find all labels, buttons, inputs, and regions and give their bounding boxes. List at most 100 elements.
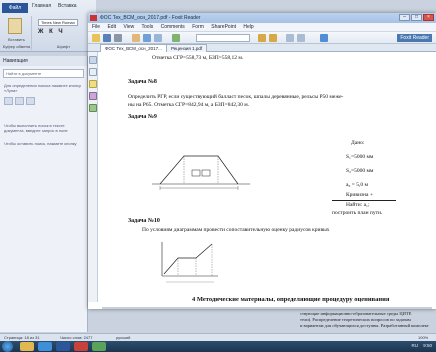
reader-sidebar	[88, 52, 98, 302]
tab-fos-document[interactable]: ФОС Тех_ВСМ_осн_2017...	[100, 44, 167, 52]
page-gap	[102, 307, 432, 309]
nav-results-icon[interactable]	[26, 97, 35, 105]
curvature-diagram	[161, 242, 218, 283]
word-tab-home[interactable]: Главная	[32, 3, 51, 9]
tray-language[interactable]: RU	[411, 343, 418, 348]
paste-icon[interactable]	[8, 18, 22, 34]
find-text: построить план пути.	[332, 210, 383, 216]
paste-label: Вставить	[8, 37, 25, 42]
system-tray: RU 9:50	[411, 343, 432, 348]
task8-text-2: ны на Р65. Отметка СГР=842,94 м, а БЗП=8…	[128, 102, 250, 108]
clipboard-group-label: Буфер обмена	[2, 44, 31, 49]
nav-pane-title: Навигация	[0, 56, 87, 66]
select-text-icon[interactable]	[143, 34, 151, 42]
doc-line-top: Отметка СГР=558,73 м, БЗП=558,12 м.	[152, 55, 244, 61]
given-line-4: Кривизна +	[346, 192, 373, 198]
taskbar-browser-icon[interactable]	[38, 342, 52, 351]
menu-view[interactable]: View	[123, 24, 134, 30]
task10-text: По условиям диаграммам провести сопостав…	[142, 227, 330, 233]
layers-icon[interactable]	[89, 104, 97, 112]
menu-help[interactable]: Help	[243, 24, 253, 30]
snapshot-icon[interactable]	[154, 34, 162, 42]
find-input[interactable]	[196, 34, 250, 42]
nav-headings-icon[interactable]	[4, 97, 13, 105]
pages-icon[interactable]	[89, 68, 97, 76]
minimize-button[interactable]: –	[399, 14, 410, 21]
print-icon[interactable]	[114, 34, 122, 42]
given-divider	[332, 200, 396, 201]
pdf-reader-window: ФОС Тех_ВСМ_осн_2017.pdf - Foxit Reader …	[88, 13, 436, 309]
format-buttons[interactable]: Ж К Ч	[38, 29, 65, 35]
taskbar-word-icon[interactable]	[56, 342, 70, 351]
close-button[interactable]: ×	[423, 14, 434, 21]
open-icon[interactable]	[92, 34, 100, 42]
taskbar-explorer-icon[interactable]	[20, 342, 34, 351]
menu-edit[interactable]: Edit	[107, 24, 116, 30]
menu-tools[interactable]: Tools	[142, 24, 154, 30]
task8-title: Задача №8	[128, 79, 157, 85]
status-words[interactable]: Число слов: 2477	[60, 334, 92, 341]
menu-sharepoint[interactable]: SharePoint	[211, 24, 236, 30]
windows-taskbar: RU 9:50	[0, 341, 436, 352]
word-status-bar: Страница: 18 из 31 Число слов: 2477 русс…	[0, 333, 436, 341]
reader-app-icon	[90, 15, 97, 21]
reader-title-bar: ФОС Тех_ВСМ_осн_2017.pdf - Foxit Reader …	[88, 13, 436, 23]
nav-hint: Для определения поиска нажмите кнопку «Л…	[4, 83, 81, 93]
word-ribbon: Файл Главная Вставка Вставить Буфер обме…	[0, 0, 96, 52]
word-text-3: и вариантам для обучающихся доступны. Ра…	[300, 323, 429, 328]
given-line-1: S₁=5000 мм	[346, 154, 374, 160]
menu-comments[interactable]: Comments	[161, 24, 185, 30]
task10-title: Задача №10	[128, 218, 160, 224]
given-line-2: S₂=5000 мм	[346, 168, 374, 174]
zoom-icon[interactable]	[172, 34, 180, 42]
fit-page-icon[interactable]	[286, 34, 294, 42]
help-icon[interactable]	[320, 34, 328, 42]
desktop-screen: Файл Главная Вставка Вставить Буфер обме…	[0, 0, 436, 352]
clipboard-group: Вставить Буфер обмена	[2, 16, 32, 50]
track-profile-drawing	[152, 155, 250, 190]
task8-text-1: Определить РГР, если существующий баллас…	[128, 94, 344, 100]
nav-search-input[interactable]: Найти в документе	[3, 69, 84, 78]
menu-form[interactable]: Form	[192, 24, 204, 30]
nav-info-2: Чтобы оставить поиск, нажмите кнопку	[4, 141, 77, 146]
rotate-icon[interactable]	[297, 34, 305, 42]
tab-review-document[interactable]: Рецензия 1.pdf	[166, 44, 208, 52]
next-page-icon[interactable]	[269, 34, 277, 42]
task9-title: Задача №9	[128, 114, 157, 120]
save-icon[interactable]	[103, 34, 111, 42]
tray-clock[interactable]: 9:50	[423, 343, 432, 348]
document-tabs: ФОС Тех_ВСМ_осн_2017... Рецензия 1.pdf	[88, 44, 436, 52]
taskbar-app-icon[interactable]	[92, 342, 106, 351]
find-title: Найти: a₁;	[346, 202, 370, 208]
reader-toolbar: Foxit Reader	[88, 32, 436, 44]
window-controls: – □ ×	[399, 14, 434, 21]
font-name-select[interactable]: Times New Roman	[38, 19, 78, 26]
given-title: Дано:	[351, 140, 365, 146]
attachments-icon[interactable]	[89, 92, 97, 100]
maximize-button[interactable]: □	[411, 14, 422, 21]
nav-view-buttons	[0, 95, 87, 107]
word-document-text: ствующие информационно-образовательные с…	[300, 311, 436, 329]
start-button[interactable]	[2, 341, 13, 352]
navigation-pane: Навигация Найти в документе Для определе…	[0, 56, 88, 332]
word-file-tab[interactable]: Файл	[2, 3, 28, 13]
nav-pages-icon[interactable]	[15, 97, 24, 105]
nav-info-1: Чтобы выполнить поиск в тексте документа…	[4, 123, 68, 133]
font-group-label: Шрифт	[56, 44, 71, 49]
hand-tool-icon[interactable]	[132, 34, 140, 42]
reader-right-label: Foxit Reader	[397, 34, 432, 42]
prev-page-icon[interactable]	[258, 34, 266, 42]
status-language[interactable]: русский	[116, 334, 130, 341]
taskbar-reader-icon[interactable]	[74, 342, 88, 351]
given-line-3: a₀ = 5,0 м	[346, 182, 368, 188]
section-title: 4 Методические материалы, определяющие п…	[192, 296, 390, 303]
font-group: Times New Roman Ж К Ч Шрифт	[34, 16, 94, 50]
word-tab-insert[interactable]: Вставка	[58, 3, 77, 9]
bookmarks-icon[interactable]	[89, 56, 97, 64]
status-zoom[interactable]: 100%	[418, 334, 428, 341]
status-page[interactable]: Страница: 18 из 31	[4, 334, 40, 341]
menu-file[interactable]: File	[92, 24, 100, 30]
pdf-page: Отметка СГР=558,73 м, БЗП=558,12 м. Зада…	[102, 52, 432, 307]
comments-icon[interactable]	[89, 80, 97, 88]
reader-title: ФОС Тех_ВСМ_осн_2017.pdf - Foxit Reader	[100, 15, 201, 21]
